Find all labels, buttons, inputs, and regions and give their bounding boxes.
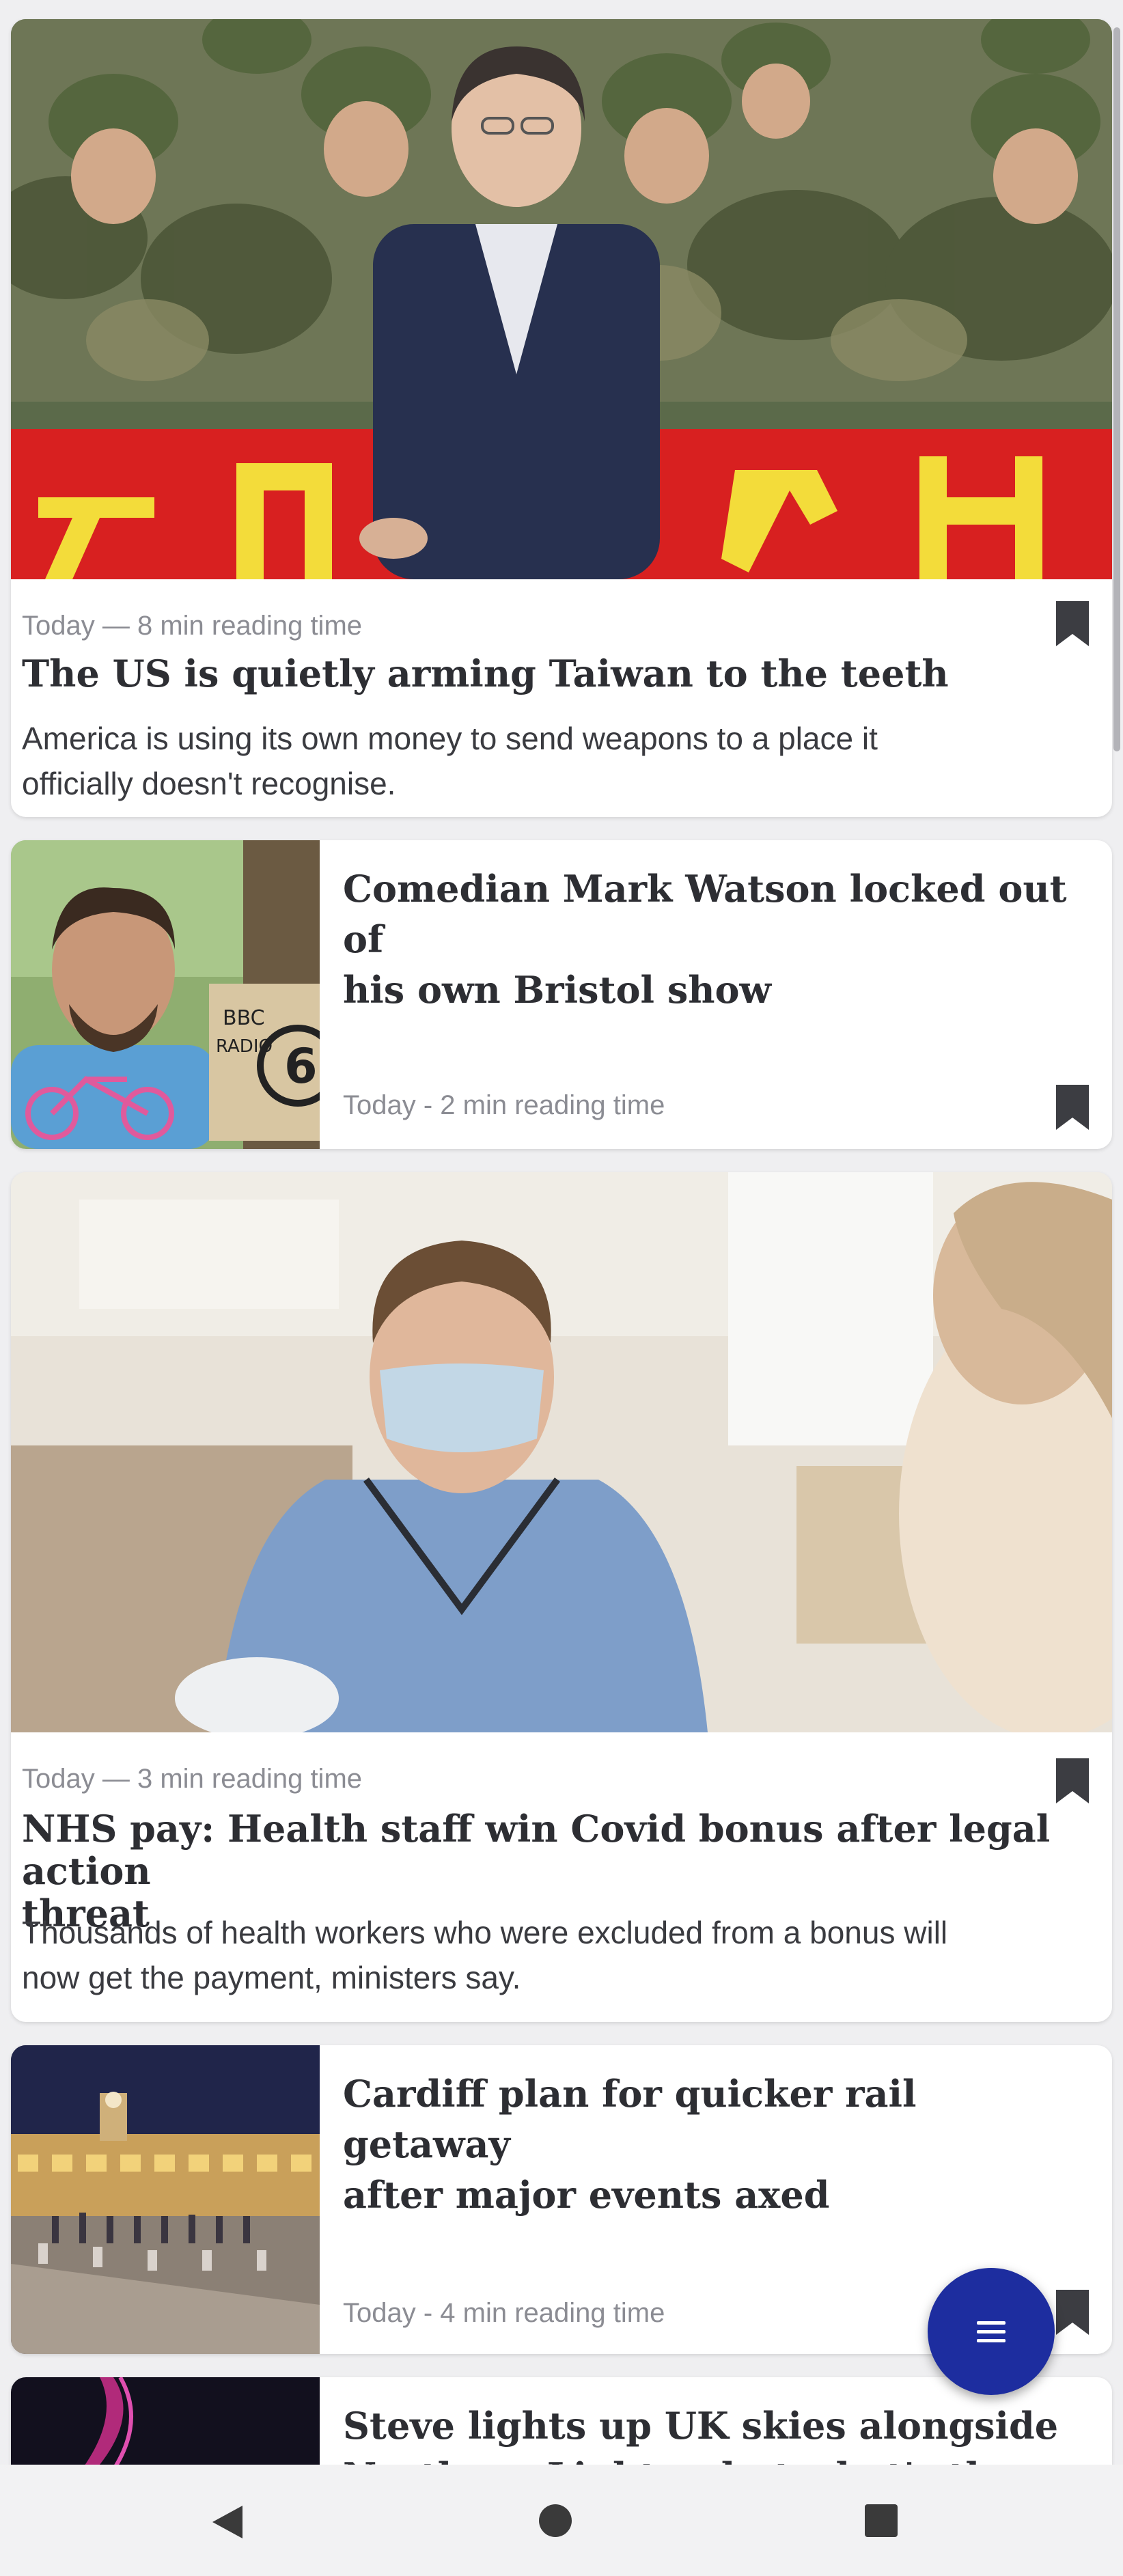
article-title[interactable]: Steve lights up UK skies alongside North… <box>343 2400 1087 2465</box>
bookmark-icon[interactable] <box>1056 1758 1089 1803</box>
article-meta: Today - 2 min reading time <box>343 1090 665 1120</box>
bookmark-icon[interactable] <box>1056 1085 1089 1130</box>
article-meta: Today - 4 min reading time <box>343 2298 665 2328</box>
article-card-nhs[interactable]: Today — 3 min reading time NHS pay: Heal… <box>11 1172 1112 2022</box>
home-icon[interactable] <box>538 2503 573 2538</box>
article-summary: America is using its own money to send w… <box>22 716 1101 806</box>
article-meta: Today — 8 min reading time <box>22 611 363 641</box>
recents-icon[interactable] <box>863 2503 899 2538</box>
article-thumbnail-cardiff <box>11 2045 320 2354</box>
article-thumbnail-mark-watson: BBC RADIO 6 <box>11 840 320 1149</box>
article-title-line: Steve lights up UK skies alongside <box>343 2404 1059 2448</box>
article-card-mark-watson[interactable]: BBC RADIO 6 Comedian Mark Watson locked … <box>11 840 1112 1149</box>
article-summary-line: Thousands of health workers who were exc… <box>22 1915 948 1950</box>
app-screen: Today — 8 min reading time The US is qui… <box>0 0 1123 2576</box>
article-title[interactable]: The US is quietly arming Taiwan to the t… <box>22 649 1087 698</box>
article-image-taiwan <box>11 19 1112 579</box>
article-title-line: NHS pay: Health staff win Covid bonus af… <box>22 1807 1051 1893</box>
article-title-line: Cardiff plan for quicker rail getaway <box>343 2072 917 2166</box>
article-summary-line: now get the payment, ministers say. <box>22 1960 521 1995</box>
thumb-logo-text: 6 <box>284 1038 318 1094</box>
news-feed[interactable]: Today — 8 min reading time The US is qui… <box>0 0 1123 2465</box>
bookmark-icon[interactable] <box>1056 2290 1089 2335</box>
article-summary: Thousands of health workers who were exc… <box>22 1910 1101 2000</box>
article-meta: Today — 3 min reading time <box>22 1764 363 1794</box>
article-summary-line: officially doesn't recognise. <box>22 766 396 801</box>
article-title-line: after major events axed <box>343 2173 830 2217</box>
article-title-line: his own Bristol show <box>343 968 771 1012</box>
back-icon[interactable] <box>208 2503 247 2541</box>
article-image-nhs <box>11 1172 1112 1732</box>
article-card-taiwan[interactable]: Today — 8 min reading time The US is qui… <box>11 19 1112 817</box>
article-summary-line: America is using its own money to send w… <box>22 721 878 756</box>
article-title[interactable]: Comedian Mark Watson locked out of his o… <box>343 863 1087 1015</box>
bookmark-icon[interactable] <box>1056 601 1089 646</box>
article-title[interactable]: Cardiff plan for quicker rail getaway af… <box>343 2068 1087 2220</box>
article-title-line: Comedian Mark Watson locked out of <box>343 867 1067 961</box>
system-navigation-bar <box>0 2465 1123 2576</box>
article-title-line: Northern Lights – but what's the diff... <box>343 2451 1087 2465</box>
scrollbar[interactable] <box>1113 27 1120 751</box>
menu-icon <box>977 2321 1006 2342</box>
menu-fab-button[interactable] <box>928 2268 1055 2395</box>
article-thumbnail-steve <box>11 2377 320 2465</box>
thumb-logo-text: BBC <box>223 1006 265 1030</box>
